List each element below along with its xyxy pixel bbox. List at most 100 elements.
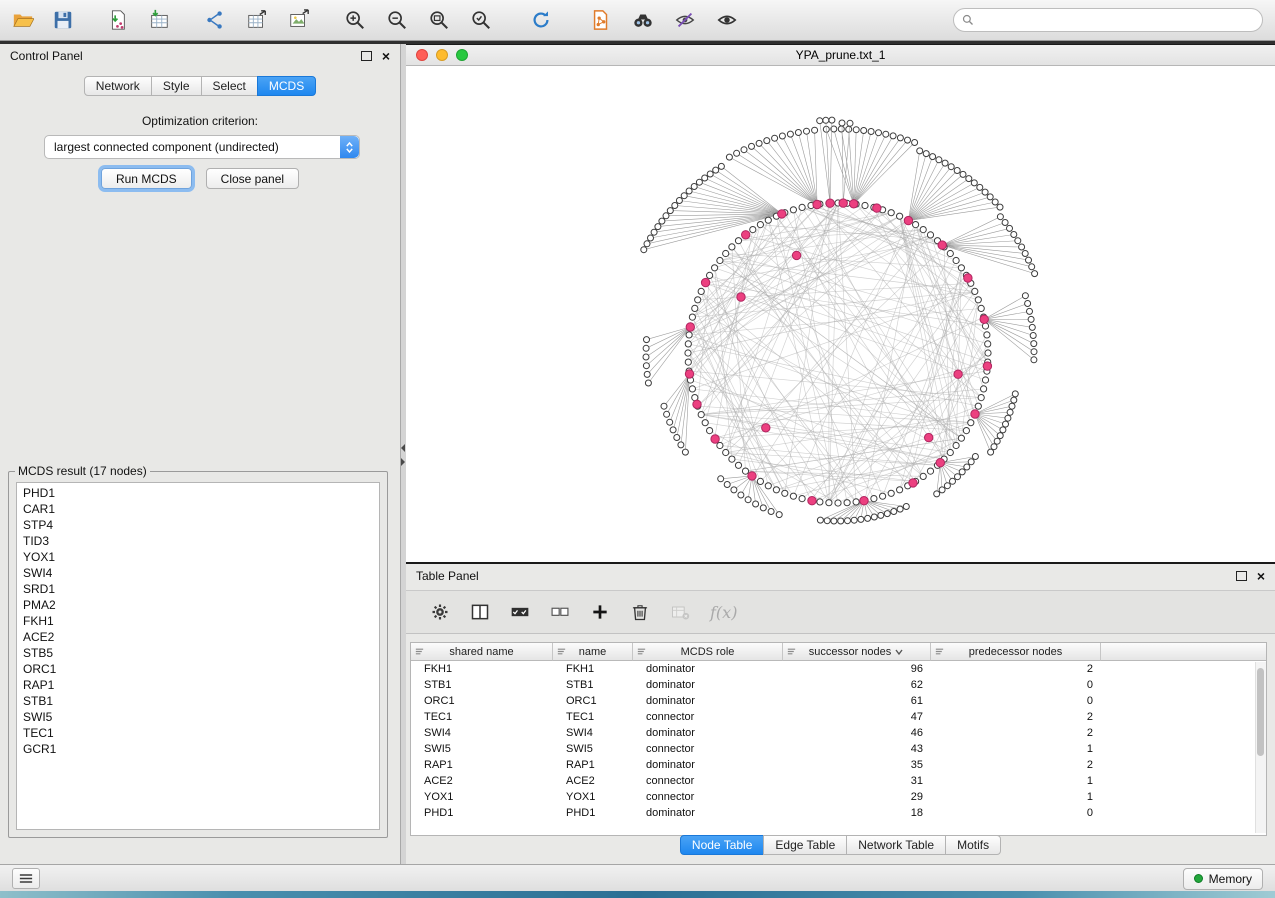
import-network-icon[interactable] [104,7,130,33]
export-image-icon[interactable] [286,7,312,33]
window-zoom-icon[interactable] [456,49,468,61]
float-table-panel-icon[interactable] [1236,571,1247,581]
hide-selected-icon[interactable] [672,7,698,33]
optimization-selected-value: largest connected component (undirected) [45,140,340,154]
memory-button[interactable]: Memory [1183,868,1263,890]
table-cell: 61 [783,695,931,707]
search-input[interactable] [980,12,1254,28]
zoom-fit-icon[interactable] [426,7,452,33]
table-row[interactable]: ACE2ACE2connector311 [411,773,1266,789]
clone-network-icon[interactable] [588,7,614,33]
result-item[interactable]: RAP1 [17,677,379,693]
sort-direction-icon [894,647,904,657]
network-titlebar: YPA_prune.txt_1 [406,45,1275,66]
table-row[interactable]: ORC1ORC1dominator610 [411,693,1266,709]
close-panel-icon[interactable]: × [382,51,390,61]
tab-select[interactable]: Select [201,76,258,96]
window-minimize-icon[interactable] [436,49,448,61]
table-row[interactable]: STB1STB1dominator620 [411,677,1266,693]
result-item[interactable]: STB1 [17,693,379,709]
collapse-right-icon[interactable] [401,458,405,466]
table-row[interactable]: PHD1PHD1dominator180 [411,805,1266,821]
column-header-predecessor-nodes[interactable]: predecessor nodes [931,643,1101,661]
mcds-result-list: PHD1CAR1STP4TID3YOX1SWI4SRD1PMA2FKH1ACE2… [16,482,380,830]
zoom-selected-icon[interactable] [468,7,494,33]
select-all-icon[interactable] [508,600,532,624]
result-item[interactable]: SWI5 [17,709,379,725]
zoom-in-icon[interactable] [342,7,368,33]
collapse-left-icon[interactable] [401,444,405,452]
table-cell: connector [633,775,783,787]
table-row[interactable]: YOX1YOX1connector291 [411,789,1266,805]
show-all-icon[interactable] [714,7,740,33]
import-table-icon[interactable] [146,7,172,33]
panel-menu-button[interactable] [12,868,40,889]
column-sort-icon[interactable] [556,646,567,657]
open-session-icon[interactable] [10,7,36,33]
tab-mcds[interactable]: MCDS [257,76,316,96]
scrollbar-thumb[interactable] [1257,668,1264,756]
table-row[interactable]: FKH1FKH1dominator962 [411,661,1266,677]
column-sort-icon[interactable] [786,646,797,657]
result-item[interactable]: STP4 [17,517,379,533]
close-table-panel-icon[interactable]: × [1257,571,1265,581]
zoom-out-icon[interactable] [384,7,410,33]
column-layout-icon[interactable] [468,600,492,624]
result-item[interactable]: ORC1 [17,661,379,677]
result-item[interactable]: PMA2 [17,597,379,613]
run-mcds-button[interactable]: Run MCDS [101,168,192,189]
result-item[interactable]: SWI4 [17,565,379,581]
table-cell: TEC1 [553,711,633,723]
result-item[interactable]: SRD1 [17,581,379,597]
column-header-shared-name[interactable]: shared name [411,643,553,661]
window-close-icon[interactable] [416,49,428,61]
search-box[interactable] [953,8,1263,32]
table-cell: dominator [633,679,783,691]
result-item[interactable]: GCR1 [17,741,379,757]
tab-network[interactable]: Network [84,76,152,96]
column-sort-icon[interactable] [934,646,945,657]
table-tab-network-table[interactable]: Network Table [846,835,946,855]
table-row[interactable]: SWI5SWI5connector431 [411,741,1266,757]
result-item[interactable]: ACE2 [17,629,379,645]
column-sort-icon[interactable] [414,646,425,657]
close-panel-button[interactable]: Close panel [206,168,299,189]
table-cell: 62 [783,679,931,691]
result-item[interactable]: PHD1 [17,485,379,501]
mcds-result-title: MCDS result (17 nodes) [15,464,150,478]
table-row[interactable]: TEC1TEC1connector472 [411,709,1266,725]
optimization-select[interactable]: largest connected component (undirected) [44,135,360,159]
table-tab-node-table[interactable]: Node Table [680,835,765,855]
result-item[interactable]: CAR1 [17,501,379,517]
export-network-icon[interactable] [202,7,228,33]
export-table-icon[interactable] [244,7,270,33]
result-item[interactable]: YOX1 [17,549,379,565]
result-item[interactable]: STB5 [17,645,379,661]
save-session-icon[interactable] [50,7,76,33]
table-tab-edge-table[interactable]: Edge Table [763,835,847,855]
memory-label: Memory [1209,872,1252,886]
column-header-successor-nodes[interactable]: successor nodes [783,643,931,661]
network-view-panel: YPA_prune.txt_1 [406,44,1275,563]
result-item[interactable]: TID3 [17,533,379,549]
mcds-result-group: MCDS result (17 nodes) PHD1CAR1STP4TID3Y… [8,464,388,838]
first-neighbors-icon[interactable] [630,7,656,33]
column-header-name[interactable]: name [553,643,633,661]
column-sort-icon[interactable] [636,646,647,657]
network-canvas[interactable] [406,66,1275,563]
table-tab-motifs[interactable]: Motifs [945,835,1001,855]
result-item[interactable]: FKH1 [17,613,379,629]
delete-row-icon[interactable] [628,600,652,624]
float-panel-icon[interactable] [361,51,372,61]
column-header-MCDS-role[interactable]: MCDS role [633,643,783,661]
table-cell: connector [633,743,783,755]
tab-style[interactable]: Style [151,76,202,96]
table-row[interactable]: SWI4SWI4dominator462 [411,725,1266,741]
deselect-all-icon[interactable] [548,600,572,624]
table-row[interactable]: RAP1RAP1dominator352 [411,757,1266,773]
apply-layout-icon[interactable] [528,7,554,33]
result-item[interactable]: TEC1 [17,725,379,741]
add-row-icon[interactable] [588,600,612,624]
table-scrollbar[interactable] [1255,662,1266,833]
attribute-settings-icon[interactable] [428,600,452,624]
